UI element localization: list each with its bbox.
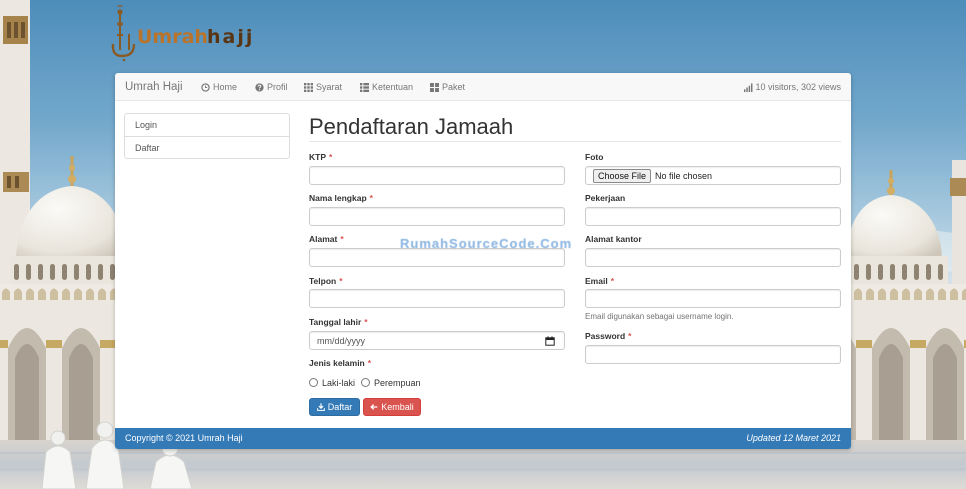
radio-option-perempuan[interactable]: Perempuan: [361, 378, 421, 388]
arrow-left-icon: [370, 404, 378, 410]
alamat-kantor-input[interactable]: [585, 248, 841, 267]
required-mark: *: [339, 276, 343, 286]
alamat-kantor-label-text: Alamat kantor: [585, 234, 642, 244]
jenis-kelamin-label: Jenis kelamin *: [309, 358, 371, 368]
required-mark: *: [610, 276, 614, 286]
daftar-button[interactable]: Daftar: [309, 398, 360, 416]
question-circle-icon: [255, 82, 264, 92]
tanggal-lahir-label: Tanggal lahir *: [309, 317, 368, 327]
password-label-text: Password: [585, 331, 626, 341]
ktp-label: KTP *: [309, 152, 332, 162]
email-input[interactable]: [585, 289, 841, 308]
nama-lengkap-label-text: Nama lengkap: [309, 193, 367, 203]
ktp-label-text: KTP: [309, 152, 326, 162]
sidebar-item-login[interactable]: Login: [125, 114, 289, 136]
visitor-stats-text: 10 visitors, 302 views: [755, 82, 841, 92]
logo-text-hajj: hajj: [207, 26, 255, 48]
page-title: Pendaftaran Jamaah: [309, 114, 514, 139]
radio-laki-laki[interactable]: [309, 378, 318, 387]
page-footer: Copyright © 2021 Umrah Haji Updated 12 M…: [115, 428, 851, 449]
required-mark: *: [329, 152, 333, 162]
alamat-label: Alamat *: [309, 234, 344, 244]
email-label: Email *: [585, 276, 614, 286]
pekerjaan-label-text: Pekerjaan: [585, 193, 626, 203]
foto-label-text: Foto: [585, 152, 604, 162]
title-divider: [309, 141, 841, 142]
kembali-button-label: Kembali: [381, 402, 414, 412]
jenis-kelamin-label-text: Jenis kelamin: [309, 358, 365, 368]
ktp-input[interactable]: [309, 166, 565, 185]
nav-item-label: Syarat: [316, 82, 343, 92]
nav-item-label: Paket: [442, 82, 466, 92]
email-label-text: Email: [585, 276, 608, 286]
footer-copyright: Copyright © 2021 Umrah Haji: [125, 433, 243, 443]
top-navbar: Umrah Haji Home Profil Syarat Ketentuan …: [115, 73, 851, 101]
date-placeholder: mm/dd/yyyy: [317, 335, 366, 346]
password-input[interactable]: [585, 345, 841, 364]
alamat-kantor-label: Alamat kantor: [585, 234, 642, 244]
required-mark: *: [369, 193, 373, 203]
required-mark: *: [364, 317, 368, 327]
visitor-stats: 10 visitors, 302 views: [744, 73, 841, 101]
required-mark: *: [367, 358, 372, 368]
calendar-icon[interactable]: [545, 335, 555, 346]
right-minaret: [950, 160, 966, 300]
jenis-kelamin-radio-group: Laki-laki Perempuan: [309, 377, 427, 388]
tanggal-lahir-label-text: Tanggal lahir: [309, 317, 362, 327]
kembali-button[interactable]: Kembali: [363, 398, 421, 416]
nav-item-paket[interactable]: Paket: [430, 73, 465, 101]
minaret-logo-icon: [111, 4, 136, 62]
nav-item-home[interactable]: Home: [201, 73, 237, 101]
pekerjaan-input[interactable]: [585, 207, 841, 226]
radio-option-laki-laki[interactable]: Laki-laki: [309, 378, 355, 388]
nav-item-label: Ketentuan: [372, 82, 414, 92]
nama-lengkap-label: Nama lengkap *: [309, 193, 373, 203]
telpon-label-text: Telpon: [309, 276, 337, 286]
tanggal-lahir-input[interactable]: mm/dd/yyyy: [309, 331, 565, 350]
radio-label: Laki-laki: [322, 377, 356, 388]
logo-text-umrah: Umrah: [137, 26, 208, 48]
nav-item-label: Profil: [267, 82, 288, 92]
alamat-label-text: Alamat: [309, 234, 338, 244]
choose-file-button[interactable]: Choose File: [593, 168, 652, 183]
radio-perempuan[interactable]: [361, 378, 371, 387]
th-icon: [304, 82, 313, 92]
site-logo[interactable]: Umrah hajj: [110, 4, 260, 64]
main-panel: Umrah Haji Home Profil Syarat Ketentuan …: [115, 73, 851, 449]
foto-label: Foto: [585, 152, 603, 162]
page-content: Login Daftar Pendaftaran Jamaah KTP * Nam…: [115, 101, 851, 428]
required-mark: *: [628, 331, 632, 341]
foto-file-input[interactable]: Choose File No file chosen: [585, 166, 841, 185]
required-mark: *: [340, 234, 344, 244]
nav-item-profil[interactable]: Profil: [255, 73, 288, 101]
pekerjaan-label: Pekerjaan: [585, 193, 625, 203]
nav-item-label: Home: [213, 82, 238, 92]
radio-label: Perempuan: [374, 377, 421, 388]
alamat-input[interactable]: [309, 248, 565, 267]
download-icon: [316, 403, 325, 411]
password-label: Password *: [585, 331, 631, 341]
nav-item-syarat[interactable]: Syarat: [304, 73, 342, 101]
sidebar-item-daftar[interactable]: Daftar: [125, 136, 289, 158]
clock-icon: [201, 82, 210, 92]
footer-updated: Updated 12 Maret 2021: [746, 433, 841, 443]
navbar-brand[interactable]: Umrah Haji: [125, 73, 183, 101]
daftar-button-label: Daftar: [327, 402, 353, 412]
nav-item-ketentuan[interactable]: Ketentuan: [360, 73, 413, 101]
nama-lengkap-input[interactable]: [309, 207, 565, 226]
th-large-icon: [430, 82, 439, 92]
signal-icon: [744, 82, 753, 92]
telpon-label: Telpon *: [309, 276, 343, 286]
sidebar-menu: Login Daftar: [124, 113, 290, 159]
file-status-text: No file chosen: [655, 170, 713, 181]
email-help-text: Email digunakan sebagai username login.: [585, 312, 734, 321]
list-icon: [360, 82, 369, 92]
telpon-input[interactable]: [309, 289, 565, 308]
